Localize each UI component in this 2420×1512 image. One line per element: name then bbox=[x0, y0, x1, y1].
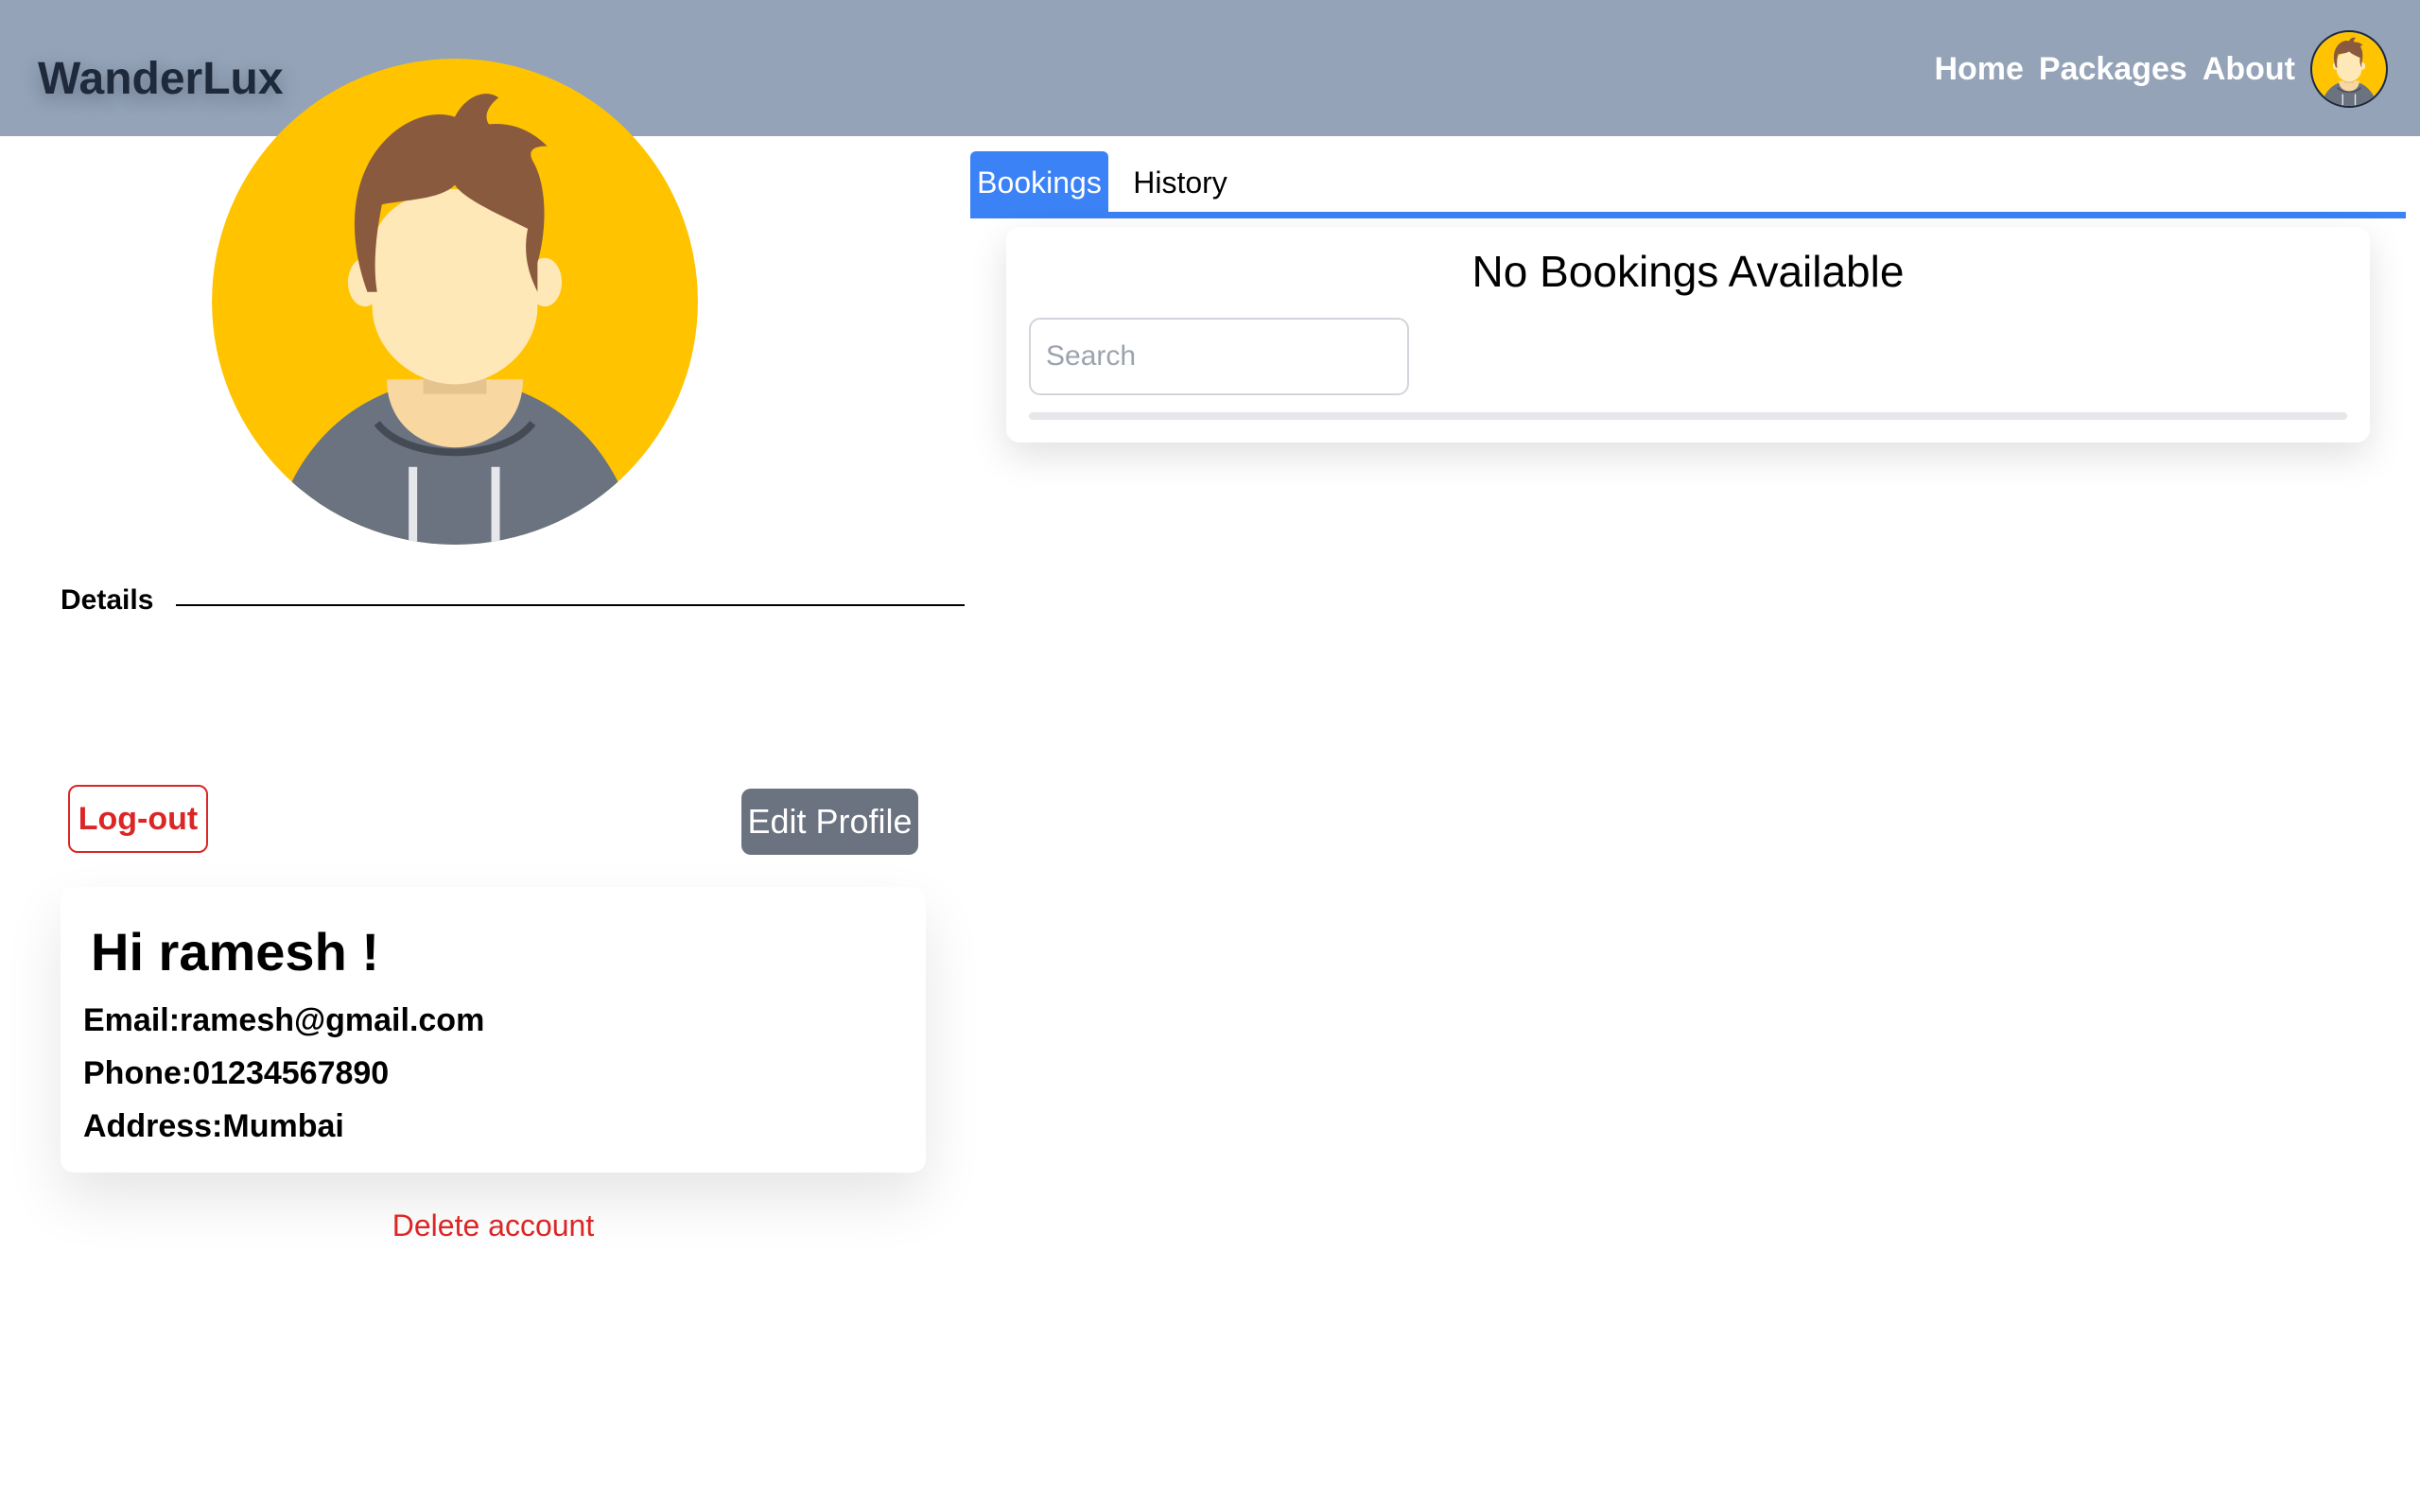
profile-info-card: Hi ramesh ! Email:ramesh@gmail.com Phone… bbox=[61, 887, 926, 1173]
nav-about-link[interactable]: About bbox=[2202, 51, 2295, 88]
horizontal-scrollbar[interactable] bbox=[1029, 412, 2347, 420]
profile-avatar-icon bbox=[212, 59, 698, 545]
tab-history[interactable]: History bbox=[1123, 151, 1237, 214]
main-nav: Home Packages About bbox=[1934, 30, 2388, 108]
edit-profile-button[interactable]: Edit Profile bbox=[741, 789, 918, 855]
details-label: Details bbox=[61, 584, 156, 617]
bookings-panel: No Bookings Available bbox=[1006, 227, 2370, 443]
tab-bookings[interactable]: Bookings bbox=[970, 151, 1108, 214]
logout-button[interactable]: Log-out bbox=[68, 785, 208, 853]
phone-text: Phone:01234567890 bbox=[83, 1055, 390, 1091]
greeting-text: Hi ramesh ! bbox=[91, 922, 379, 982]
details-divider: Details bbox=[61, 581, 965, 628]
search-input[interactable] bbox=[1029, 318, 1409, 395]
tab-bar: Bookings History bbox=[970, 151, 2406, 219]
empty-bookings-message: No Bookings Available bbox=[1471, 247, 1905, 296]
user-avatar-icon[interactable] bbox=[2310, 30, 2388, 108]
nav-home-link[interactable]: Home bbox=[1934, 51, 2023, 88]
email-text: Email:ramesh@gmail.com bbox=[83, 1002, 485, 1038]
delete-account-link[interactable]: Delete account bbox=[61, 1208, 926, 1243]
tab-underline bbox=[970, 212, 2406, 218]
divider-line bbox=[176, 604, 965, 606]
address-text: Address:Mumbai bbox=[83, 1108, 344, 1144]
nav-packages-link[interactable]: Packages bbox=[2039, 51, 2187, 88]
